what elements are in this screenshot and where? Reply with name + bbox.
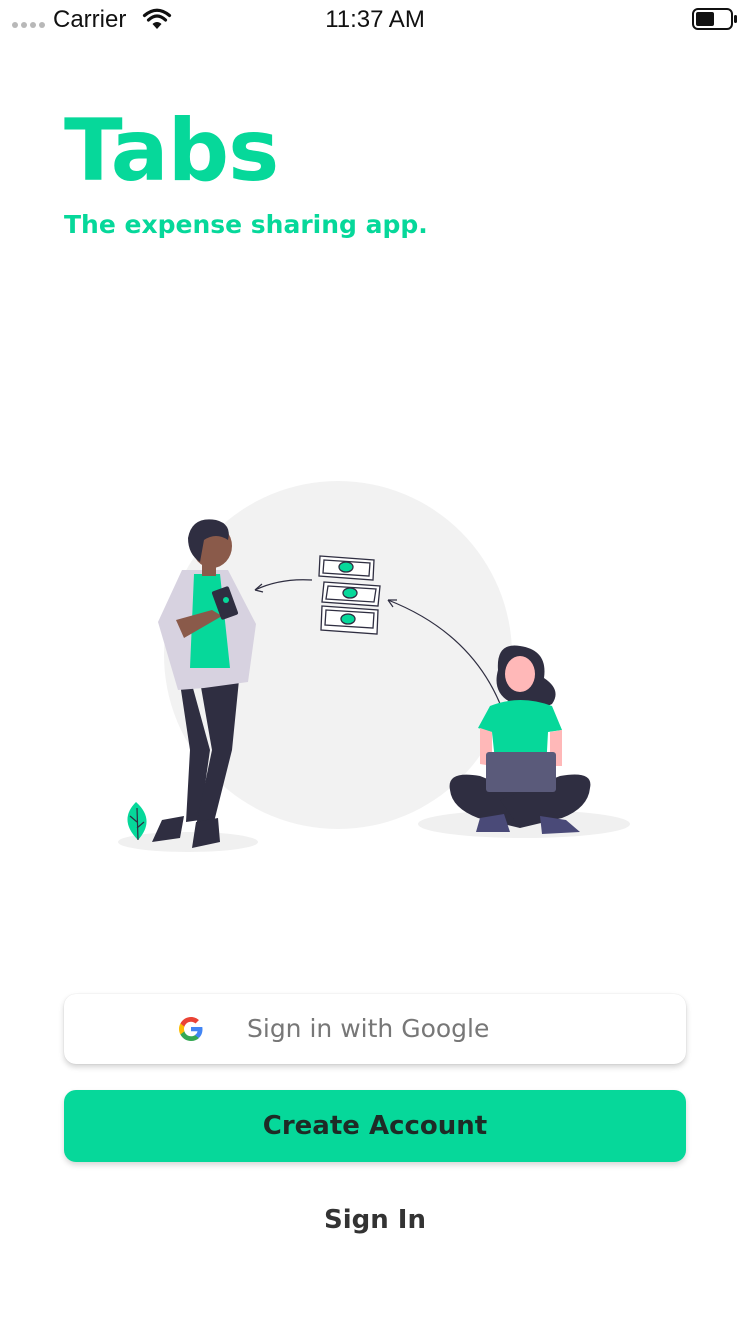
- app-tagline: The expense sharing app.: [64, 210, 428, 239]
- google-logo-icon: [179, 1017, 203, 1041]
- laptop-icon: [486, 752, 556, 792]
- create-account-label: Create Account: [262, 1111, 488, 1141]
- google-sign-in-label: Sign in with Google: [247, 1014, 490, 1043]
- expense-sharing-illustration: [118, 481, 630, 852]
- sign-in-link[interactable]: Sign In: [0, 1205, 750, 1235]
- google-sign-in-button[interactable]: Sign in with Google: [64, 994, 686, 1064]
- app-title: Tabs: [64, 101, 279, 201]
- status-bar: Carrier 11:37 AM: [0, 0, 750, 40]
- money-bills-icon: [318, 555, 381, 635]
- create-account-button[interactable]: Create Account: [64, 1090, 686, 1162]
- battery-icon: [692, 8, 737, 30]
- clock: 11:37 AM: [325, 6, 425, 33]
